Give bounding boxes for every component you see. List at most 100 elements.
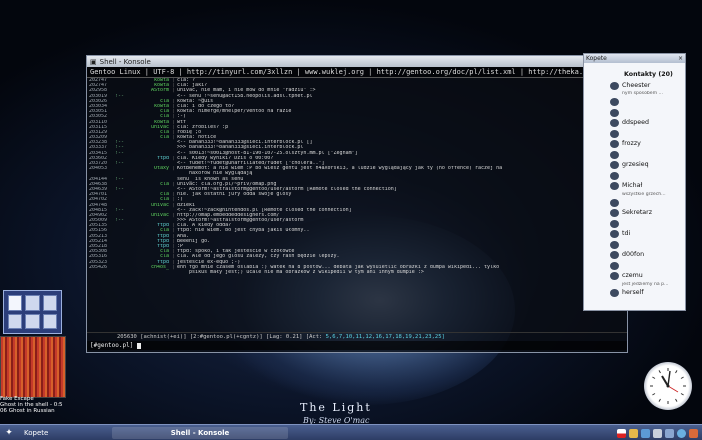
contact-avatar-icon — [610, 119, 619, 127]
contact-item[interactable]: Sekretarz — [584, 208, 685, 219]
contact-item[interactable]: frozzy — [584, 139, 685, 150]
contact-item[interactable] — [584, 198, 685, 209]
contact-label: tdi — [622, 230, 631, 237]
amarok-icon[interactable] — [677, 428, 686, 438]
contact-avatar-icon — [610, 251, 619, 259]
contact-avatar-icon — [610, 198, 619, 207]
contact-list[interactable]: Kontakty (20) Cheester nym sposobem ... dds… — [584, 70, 685, 310]
status-channel: [2:#gentoo.pl(+cgntz)] — [189, 334, 263, 340]
irssi-statusbar: 205630 [achnist(+ei)] [2:#gentoo.pl(+cgn… — [87, 332, 627, 341]
kopete-window[interactable]: Kopete × Kontakty (20) Cheester nym sposob… — [583, 53, 686, 311]
pager-desktop[interactable] — [8, 313, 23, 329]
pager-desktop[interactable] — [25, 313, 40, 329]
contact-item[interactable] — [584, 97, 685, 108]
chat-message: nie. jak ostatni jury odda swoje glosy — [177, 192, 292, 198]
analog-clock — [644, 362, 692, 410]
chat-nick — [127, 270, 172, 275]
konsole-window[interactable]: ▣ Shell - Konsole _ □ × Gentoo Linux | U… — [86, 55, 628, 353]
pager-desktop[interactable] — [42, 295, 57, 311]
chat-log[interactable]: 202747 kowta | cla: ? 202747 kowta | cla: jaki?… — [87, 78, 627, 332]
contact-avatar-icon — [610, 261, 619, 270]
chat-marker — [115, 270, 127, 275]
contact-avatar-icon — [610, 182, 619, 190]
contact-item[interactable]: Michał — [584, 181, 685, 192]
contact-item[interactable]: grzesieq — [584, 160, 685, 171]
contact-label: grzesieq — [622, 161, 649, 168]
contact-item[interactable] — [584, 108, 685, 119]
contact-avatar-icon — [610, 161, 619, 169]
contact-label: czemu — [622, 272, 643, 279]
contact-label: Michał — [622, 182, 643, 189]
desktop: The Light By: Steve O'mac Fake Escape Gh… — [0, 0, 702, 440]
contact-item[interactable] — [584, 171, 685, 182]
chat-message: psikus mały jest;) ucale nie ma obrazków… — [177, 269, 424, 275]
status-nick: [achnist(+ei)] — [140, 334, 187, 340]
speaker-icon[interactable] — [653, 428, 662, 438]
status-time: 205630 — [117, 334, 137, 340]
contact-item[interactable] — [584, 219, 685, 230]
media-info: Fake Escape Ghost in the shell - 0:5 06 … — [0, 396, 66, 415]
status-act-label: [Act: — [305, 334, 326, 340]
contact-item[interactable]: czemu — [584, 271, 685, 282]
media-cover-art — [0, 336, 66, 398]
terminal-icon: ▣ — [90, 57, 97, 66]
contact-avatar-icon — [610, 150, 619, 159]
window-title: Kopete — [586, 55, 607, 62]
contact-label: wszystkie grzech... — [622, 191, 666, 197]
contact-item[interactable]: tdi — [584, 229, 685, 240]
pager-desktop[interactable] — [8, 295, 23, 311]
contact-avatar-icon — [610, 272, 619, 280]
contact-item[interactable]: ddspeed — [584, 118, 685, 129]
kde-menu-icon[interactable]: ✦ — [2, 427, 16, 439]
clock-face-icon — [650, 368, 686, 404]
contact-avatar-icon — [610, 81, 619, 90]
kopete-titlebar[interactable]: Kopete × — [584, 54, 685, 63]
contact-label: ddspeed — [622, 119, 650, 126]
contact-label: Sekretarz — [622, 209, 653, 216]
window-title: Shell - Konsole — [99, 57, 151, 66]
channel-topic: Gentoo Linux | UTF-8 | http://tinyurl.co… — [87, 67, 627, 78]
chat-timestamp — [89, 270, 115, 275]
konsole-titlebar[interactable]: ▣ Shell - Konsole _ □ × — [87, 56, 627, 67]
chat-message: kowta: himerge/mhelper/ventoo na razie — [177, 109, 292, 115]
update-icon[interactable] — [689, 428, 698, 438]
contact-item[interactable] — [584, 240, 685, 251]
wallpaper-title: The Light — [300, 401, 372, 414]
taskbar: ✦ Kopete Shell - Konsole — [0, 424, 702, 440]
kopete-tray-icon[interactable] — [629, 428, 638, 438]
command-input[interactable]: [#gentoo.pl] — [87, 341, 627, 350]
contact-avatar-icon — [610, 288, 619, 297]
contact-label: herself — [622, 288, 644, 296]
contact-item[interactable] — [584, 129, 685, 140]
contact-label: Cheester — [622, 81, 651, 89]
contact-item[interactable]: d00fon — [584, 250, 685, 261]
desktop-pager[interactable] — [3, 290, 62, 334]
network-icon[interactable] — [641, 428, 650, 438]
contact-item[interactable] — [584, 261, 685, 272]
system-tray — [614, 425, 702, 440]
contact-item[interactable]: Cheester — [584, 81, 685, 92]
taskbar-item-konsole[interactable]: Shell - Konsole — [112, 427, 288, 439]
contact-avatar-icon — [610, 140, 619, 148]
contact-label: frozzy — [622, 140, 641, 147]
contact-item[interactable]: herself — [584, 288, 685, 299]
close-icon[interactable]: × — [678, 54, 683, 63]
text-cursor — [136, 342, 141, 349]
klipper-icon[interactable] — [665, 428, 674, 438]
contact-avatar-icon — [610, 171, 619, 180]
contact-avatar-icon — [610, 219, 619, 228]
contact-avatar-icon — [610, 240, 619, 249]
media-line: 06 Ghost in Russian — [0, 408, 55, 415]
chat-line: psikus mały jest;) ucale nie ma obrazków… — [89, 270, 627, 275]
contact-item[interactable] — [584, 150, 685, 161]
status-lag: [Lag: 0.21] — [266, 334, 303, 340]
contact-label: d00fon — [622, 251, 645, 258]
flag-icon[interactable] — [617, 428, 626, 438]
contact-avatar-icon — [610, 209, 619, 217]
contact-label: jest jedziemy na p... — [622, 281, 669, 287]
input-prompt: [#gentoo.pl] — [90, 342, 134, 349]
taskbar-item-kopete[interactable]: Kopete — [16, 427, 112, 439]
pager-desktop[interactable] — [25, 295, 40, 311]
contact-item[interactable]: Kontakty (20) — [584, 70, 685, 81]
pager-desktop[interactable] — [42, 313, 57, 329]
